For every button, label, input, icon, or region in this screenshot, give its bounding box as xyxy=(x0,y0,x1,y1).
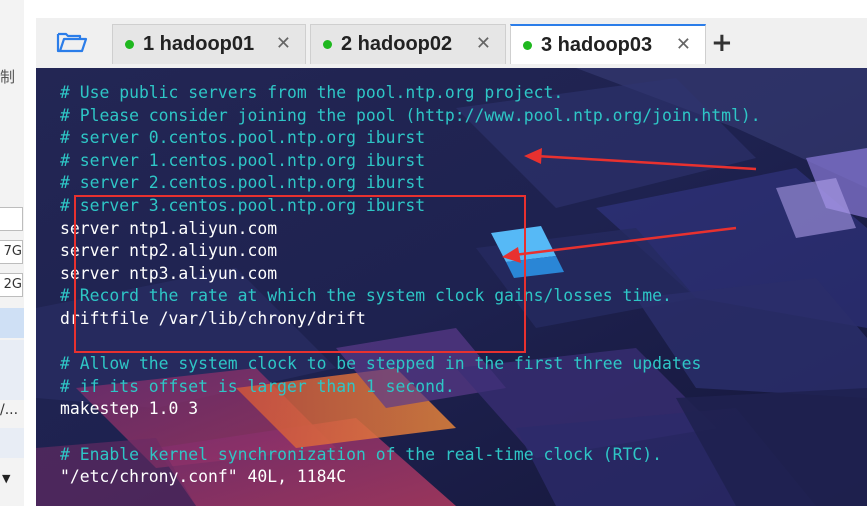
panel-list-item[interactable] xyxy=(0,340,24,370)
plus-icon[interactable]: + xyxy=(711,28,733,58)
tab-label: 2 hadoop02 xyxy=(341,33,453,55)
terminal-line: "/etc/chrony.conf" 40L, 1184C xyxy=(60,467,347,487)
folder-icon[interactable] xyxy=(54,24,90,60)
terminal-line: # Please consider joining the pool (http… xyxy=(60,105,761,125)
connected-status-icon xyxy=(523,40,532,50)
tab-hadoop03[interactable]: 3 hadoop03 ✕ xyxy=(510,24,706,64)
terminal-line: # Use public servers from the pool.ntp.o… xyxy=(60,83,564,102)
panel-text-fragment: /... xyxy=(0,402,19,418)
tab-hadoop01[interactable]: 1 hadoop01 ✕ xyxy=(112,24,306,64)
tab-label: 3 hadoop03 xyxy=(541,33,653,56)
close-icon[interactable]: ✕ xyxy=(676,34,691,55)
terminal-view[interactable]: # Use public servers from the pool.ntp.o… xyxy=(36,68,867,506)
dropdown-arrow-icon[interactable]: ▼ xyxy=(2,472,10,485)
terminal-line: # server 2.centos.pool.ntp.org iburst xyxy=(60,173,426,193)
tab-hadoop02[interactable]: 2 hadoop02 ✕ xyxy=(310,24,506,64)
terminal-line: # server 1.centos.pool.ntp.org iburst xyxy=(60,150,426,170)
connected-status-icon xyxy=(323,40,332,49)
close-icon[interactable]: ✕ xyxy=(476,33,491,54)
panel-list-item[interactable] xyxy=(0,428,24,458)
terminal-line: makestep 1.0 3 xyxy=(60,399,199,419)
app-window: 制 7G 2G /... ▼ 1 hadoop01 ✕ 2 hadoop02 ✕… xyxy=(0,0,867,506)
connected-status-icon xyxy=(125,40,134,49)
panel-field[interactable] xyxy=(0,207,23,231)
tab-label: 1 hadoop01 xyxy=(143,33,255,55)
annotation-highlight-box xyxy=(74,195,526,353)
panel-list-item[interactable] xyxy=(0,370,24,400)
terminal-line: # if its offset is larger than 1 second. xyxy=(60,376,455,396)
panel-field[interactable]: 7G xyxy=(0,240,23,264)
terminal-line: # server 0.centos.pool.ntp.org iburst xyxy=(60,128,426,148)
terminal-line: # Allow the system clock to be stepped i… xyxy=(60,354,702,374)
panel-label-fragment: 制 xyxy=(0,68,16,86)
panel-field[interactable]: 2G xyxy=(0,273,23,297)
left-side-panel: 制 7G 2G /... ▼ xyxy=(0,0,24,506)
terminal-line: # Enable kernel synchronization of the r… xyxy=(60,444,662,464)
panel-list-item[interactable] xyxy=(0,308,24,338)
close-icon[interactable]: ✕ xyxy=(276,33,291,54)
